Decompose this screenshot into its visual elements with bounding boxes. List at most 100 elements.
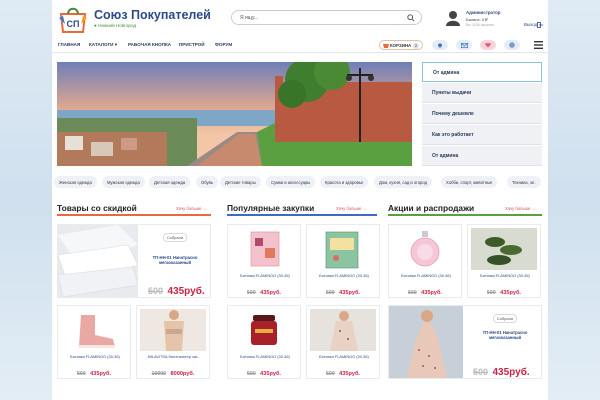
nav-item-catalogs[interactable]: Каталоги ▾: [89, 42, 117, 48]
info-icon: [509, 42, 515, 48]
nav-item-pristroy[interactable]: Пристрой: [179, 42, 205, 47]
product-name[interactable]: MILAVITSA бюстгальтер чаг...: [140, 354, 208, 359]
side-item-pickup-points[interactable]: Пункты выдачи: [422, 83, 542, 103]
user-panel: Администратор Баланс: 0 ₽ Вы 1150 заказо…: [446, 8, 546, 30]
product-image: [389, 306, 463, 378]
hamburger-menu-icon[interactable]: [534, 41, 543, 49]
product-name[interactable]: Ботинки FLAMINGO (30-36): [392, 273, 460, 278]
product-name[interactable]: Ботинки FLAMINGO (30-36): [310, 354, 378, 359]
product-card[interactable]: Ботинки FLAMINGO (30-36) 500 435руб.: [306, 305, 380, 379]
user-avatar-icon[interactable]: [446, 10, 460, 26]
favorites-button[interactable]: [480, 40, 496, 50]
product-card[interactable]: Ботинки FLAMINGO (30-36) 500 435руб.: [57, 305, 131, 379]
new-price: 435руб.: [90, 371, 111, 377]
product-card[interactable]: Ботинки FLAMINGO (30-36) 500 435руб.: [306, 224, 380, 298]
product-name[interactable]: Ботинки FLAMINGO (30-36): [231, 354, 299, 359]
product-name[interactable]: Ботинки FLAMINGO (30-36): [61, 354, 129, 359]
product-card[interactable]: Ботинки FLAMINGO (30-36) 500 435руб.: [227, 224, 301, 298]
old-price: 500: [326, 290, 335, 296]
product-image: [140, 309, 206, 351]
old-price: 500: [247, 290, 256, 296]
product-price: 500 435руб.: [389, 281, 461, 299]
old-price: 500: [408, 290, 417, 296]
category-chip[interactable]: Мужская одежда: [102, 176, 145, 188]
product-price: 500 435руб.: [58, 362, 130, 380]
basket-label: КОРЗИНА: [390, 43, 412, 48]
product-name[interactable]: Ботинки FLAMINGO (30-36): [231, 273, 299, 278]
category-list: Женская одежда Мужская одежда Детская од…: [52, 176, 548, 189]
product-card[interactable]: Ботинки FLAMINGO (30-36) 500 435руб.: [388, 224, 462, 298]
category-chip[interactable]: Красота и здоровье: [320, 176, 369, 188]
product-price: 10000 8000руб.: [137, 362, 209, 380]
product-image: [61, 309, 127, 351]
section-underline: [388, 214, 542, 216]
new-price: 8000руб.: [170, 371, 195, 377]
product-price: 500 435руб.: [468, 281, 540, 299]
site-name[interactable]: Союз Покупателей: [94, 8, 211, 22]
promo-price: 500 435руб.: [148, 281, 205, 299]
product-image: [310, 228, 376, 270]
product-card[interactable]: MILAVITSA бюстгальтер чаг... 10000 8000р…: [136, 305, 210, 379]
category-chip[interactable]: Сумки и аксессуары: [266, 176, 316, 188]
category-chip[interactable]: Женская одежда: [54, 176, 97, 188]
category-chip[interactable]: Детские товары: [220, 176, 261, 188]
basket-count-badge: 2: [413, 42, 419, 49]
side-item-how-it-works[interactable]: Как это работает: [422, 125, 542, 145]
city-selector[interactable]: ● Нижний Новгород: [94, 23, 136, 28]
section-title-promotions: Акции и распродажи: [388, 203, 475, 213]
nav-item-work-button[interactable]: Рабочая кнопка: [128, 42, 171, 47]
nav-item-forum[interactable]: Форум: [215, 42, 232, 47]
side-item-why-cheaper[interactable]: Почему дешевле: [422, 104, 542, 124]
popular-more-link[interactable]: Хочу больше →: [336, 206, 367, 211]
city-name: Нижний Новгород: [98, 23, 137, 28]
logout-icon[interactable]: [537, 22, 543, 28]
search-input[interactable]: Я ищу...: [240, 15, 258, 21]
promotions-more-link[interactable]: Хочу больше →: [505, 206, 536, 211]
old-price: 500: [247, 371, 256, 377]
product-name[interactable]: Ботинки FLAMINGO (30-36): [310, 273, 378, 278]
side-item-from-admin[interactable]: От админа: [422, 62, 542, 82]
svg-text:СП: СП: [67, 19, 80, 29]
messages-button[interactable]: [456, 40, 472, 50]
hero-image: [57, 62, 412, 166]
promo-name[interactable]: ТП-НН-01 Нанатрасно мегаоказанный: [142, 255, 208, 265]
category-chip[interactable]: Обувь: [196, 176, 219, 188]
product-image: [231, 309, 297, 351]
promo-card[interactable]: Собрали ТП-НН-01 Нанатрасно мегаоказанны…: [388, 305, 542, 379]
product-name[interactable]: Ботинки FLAMINGO (30-36): [471, 273, 539, 278]
search-box[interactable]: Я ищу...: [231, 10, 422, 25]
shopping-bag-logo-icon: СП: [59, 7, 87, 33]
basket-button[interactable]: КОРЗИНА 2: [379, 40, 423, 50]
category-chip[interactable]: Дом, кухня, сад и огород: [374, 176, 433, 188]
old-price: 10000: [151, 371, 167, 377]
hero-banner[interactable]: [57, 62, 412, 166]
discounts-more-link[interactable]: Хочу больше →: [176, 206, 207, 211]
new-price: 435руб.: [339, 371, 360, 377]
section-title-popular: Популярные закупки: [227, 203, 315, 213]
product-image: [231, 228, 297, 270]
product-price: 500 435руб.: [228, 281, 300, 299]
site-logo[interactable]: СП: [57, 4, 89, 34]
side-item-from-admin-2[interactable]: От админа: [422, 146, 542, 166]
promo-badge: Собрали: [493, 314, 517, 323]
promo-card[interactable]: Собрали ТП-НН-01 Нанатрасно мегаоказанны…: [57, 224, 211, 298]
product-card[interactable]: Ботинки FLAMINGO (30-36) 500 435руб.: [467, 224, 541, 298]
logout-link[interactable]: Выход: [524, 22, 537, 27]
new-price: 435руб.: [500, 290, 521, 296]
promo-name[interactable]: ТП-НН-01 Нанатрасно мегаоказанный: [471, 330, 539, 340]
product-image: [310, 309, 376, 351]
product-card[interactable]: Ботинки FLAMINGO (30-36) 500 435руб.: [227, 305, 301, 379]
help-button[interactable]: [504, 40, 520, 50]
product-image: [58, 225, 138, 297]
notifications-button[interactable]: [432, 40, 448, 50]
search-icon[interactable]: [407, 14, 415, 22]
user-name[interactable]: Администратор: [466, 10, 500, 15]
new-price: 435руб.: [260, 290, 281, 296]
user-orders: Вы 1150 заказов: [466, 23, 494, 27]
new-price: 435руб.: [339, 290, 360, 296]
category-chip[interactable]: Детская одежда: [149, 176, 191, 188]
category-chip[interactable]: Техника, эл.: [507, 176, 541, 188]
product-price: 500 435руб.: [307, 281, 379, 299]
nav-item-home[interactable]: Главная: [58, 42, 80, 47]
category-chip[interactable]: Хобби, спорт, животные: [441, 176, 498, 188]
